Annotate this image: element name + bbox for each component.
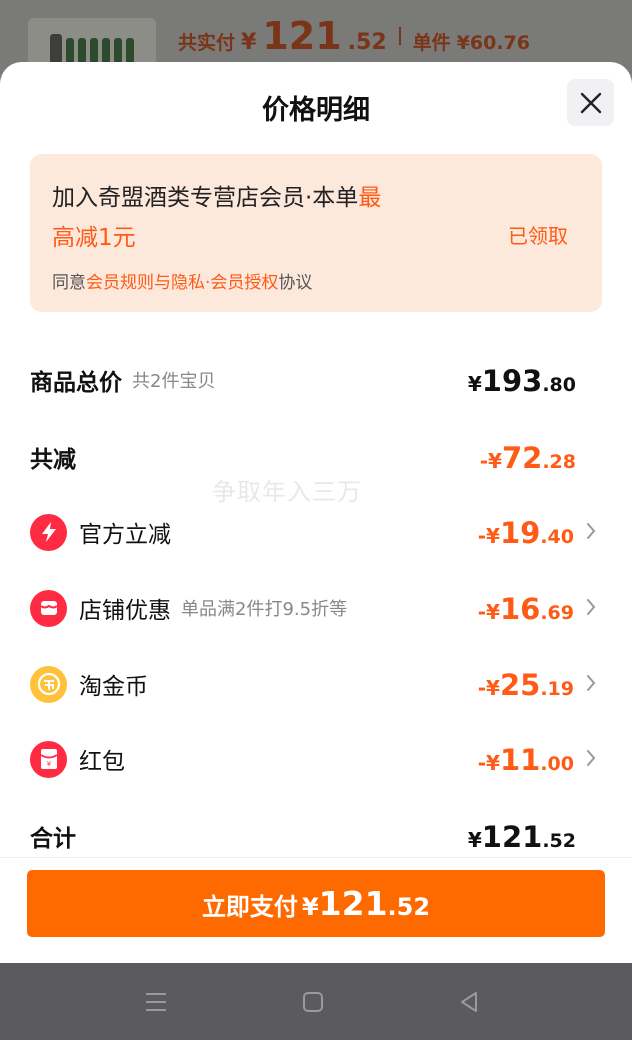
amount-dec: .40	[540, 526, 574, 548]
amount-sign: -¥	[479, 449, 502, 473]
chevron-right-icon	[587, 675, 596, 691]
pay-amount-dec: .52	[387, 893, 431, 921]
amount-dec: .69	[540, 602, 574, 624]
menu-icon	[146, 993, 166, 1011]
back-button[interactable]	[454, 987, 484, 1017]
unit-label: 单件	[412, 32, 451, 54]
store-discount-label: 店铺优惠	[79, 598, 171, 624]
discount-total-label: 共减	[30, 447, 76, 473]
store-discount-desc: 单品满2件打9.5折等	[181, 599, 348, 620]
amount-int: 19	[499, 516, 541, 550]
amount-dec: .52	[542, 830, 576, 852]
amount-int: 16	[499, 592, 541, 626]
row-sum: 合计 ¥121.52	[30, 814, 602, 858]
promo-text: 加入奇盟酒类专营店会员·本单	[52, 185, 359, 211]
membership-rules-link[interactable]: 会员规则与隐私·会员授权	[86, 273, 278, 293]
claimed-button[interactable]: 已领取	[508, 220, 568, 249]
amount-sign: -¥	[477, 751, 500, 775]
pay-amount-int: 121	[318, 884, 388, 923]
background-payment-summary: 共实付 ¥ 121.52 单件 ¥60.76	[178, 14, 530, 58]
system-navigation-bar	[0, 963, 632, 1040]
amount-dec: .80	[542, 374, 576, 396]
menu-button[interactable]	[141, 987, 171, 1017]
promo-highlight: 最	[358, 185, 382, 211]
amount-sign: ¥	[467, 828, 482, 852]
summary-total-int: 121	[262, 14, 342, 58]
promo-line-1: 加入奇盟酒类专营店会员·本单最	[52, 178, 381, 212]
row-official-discount[interactable]: 官方立减 -¥ 19.40	[30, 510, 602, 554]
total-price-label: 商品总价	[30, 370, 122, 396]
svg-text:¥: ¥	[46, 760, 51, 768]
pay-now-button[interactable]: 立即支付 ¥121.52	[27, 870, 605, 937]
chevron-right-icon	[587, 599, 596, 615]
home-icon	[303, 992, 323, 1012]
sum-label: 合计	[30, 826, 76, 852]
item-count: 共2件宝贝	[132, 371, 216, 392]
row-store-discount[interactable]: 店铺优惠 单品满2件打9.5折等 -¥ 16.69	[30, 586, 602, 630]
official-discount-amount: -¥ 19.40	[478, 510, 574, 554]
tao-coin-amount: -¥ 25.19	[478, 662, 574, 706]
unit-price: ¥60.76	[456, 32, 530, 54]
row-tao-coin[interactable]: 淘金币 -¥ 25.19	[30, 662, 602, 706]
sheet-title: 价格明细	[262, 95, 370, 126]
summary-total-dec: .52	[347, 30, 387, 55]
total-price-amount: ¥193.80	[468, 358, 576, 402]
watermark-text: 争取年入三万	[212, 478, 362, 506]
agree-prefix: 同意	[52, 273, 86, 293]
amount-dec: .28	[542, 451, 576, 473]
amount-int: 25	[499, 668, 541, 702]
discount-total-amount: -¥ 72.28	[480, 435, 576, 479]
sum-amount: ¥121.52	[468, 814, 576, 858]
summary-currency: ¥	[241, 30, 257, 55]
chevron-right-icon	[587, 523, 596, 539]
amount-dec: .00	[540, 753, 574, 775]
amount-sign: ¥	[467, 372, 482, 396]
price-detail-sheet: 价格明细 加入奇盟酒类专营店会员·本单最 高减1元 已领取 同意会员规则与隐私·…	[0, 62, 632, 963]
pay-label: 立即支付	[201, 893, 298, 921]
red-packet-amount: -¥ 11.00	[478, 737, 574, 781]
chevron-right-icon	[587, 750, 596, 766]
summary-divider	[398, 27, 401, 45]
pay-currency: ¥	[301, 893, 319, 921]
row-red-packet[interactable]: ¥ 红包 -¥ 11.00	[30, 737, 602, 781]
amount-int: 72	[501, 441, 543, 475]
member-promo-card: 加入奇盟酒类专营店会员·本单最 高减1元 已领取 同意会员规则与隐私·会员授权协…	[30, 154, 602, 312]
close-icon	[580, 92, 601, 113]
amount-int: 11	[499, 743, 541, 777]
tao-coin-label: 淘金币	[79, 674, 148, 700]
divider	[0, 857, 632, 858]
official-discount-label: 官方立减	[79, 522, 171, 548]
lightning-icon	[30, 513, 67, 551]
row-total-price: 商品总价 共2件宝贝 ¥193.80	[30, 358, 602, 402]
amount-sign: -¥	[477, 676, 500, 700]
promo-agreement: 同意会员规则与隐私·会员授权协议	[52, 268, 312, 293]
back-icon	[461, 992, 477, 1012]
amount-sign: -¥	[477, 600, 500, 624]
amount-sign: -¥	[477, 524, 500, 548]
close-button[interactable]	[567, 79, 614, 126]
store-discount-amount: -¥ 16.69	[478, 586, 574, 630]
red-packet-label: 红包	[79, 749, 125, 775]
store-icon	[30, 589, 67, 627]
amount-int: 121	[481, 820, 543, 854]
coin-icon	[30, 665, 67, 703]
amount-int: 193	[481, 364, 543, 398]
amount-dec: .19	[540, 678, 574, 700]
home-button[interactable]	[298, 987, 328, 1017]
promo-line-2: 高减1元	[52, 225, 136, 251]
summary-label: 共实付	[178, 32, 236, 54]
agree-suffix: 协议	[278, 273, 313, 293]
red-packet-icon: ¥	[30, 740, 67, 778]
